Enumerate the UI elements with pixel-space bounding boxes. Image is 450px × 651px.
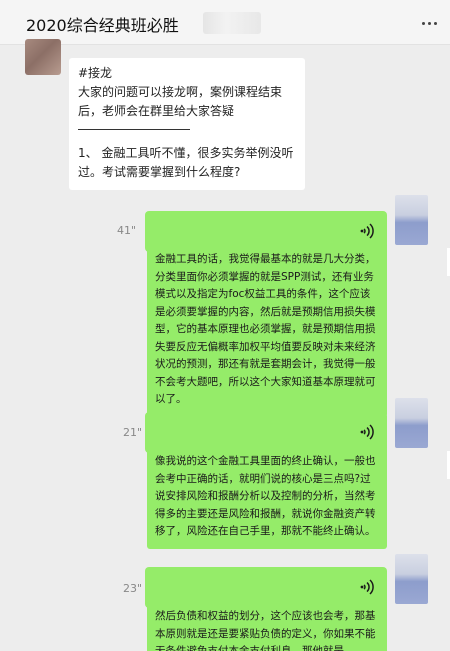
divider-line <box>78 129 190 130</box>
more-options-icon[interactable] <box>418 14 440 32</box>
own-avatar[interactable] <box>395 398 428 448</box>
voice-wave-icon <box>360 424 374 440</box>
incoming-message-bubble: #接龙 大家的问题可以接龙啊，案例课程结束后，老师会在群里给大家答疑 1、 金融… <box>69 58 305 190</box>
redacted-title-part <box>203 12 261 34</box>
voice-duration: 41" <box>117 224 137 237</box>
voice-duration: 21" <box>123 426 143 439</box>
chat-title: 2020综合经典班必胜 <box>26 16 179 35</box>
chat-header: 2020综合经典班必胜 <box>0 0 450 45</box>
own-avatar[interactable] <box>395 195 428 245</box>
own-avatar[interactable] <box>395 554 428 604</box>
message-line: 大家的问题可以接龙啊，案例课程结束后，老师会在群里给大家答疑 <box>78 85 283 118</box>
message-line: #接龙 <box>78 66 113 80</box>
voice-transcript: 像我说的这个金融工具里面的终止确认，一般也会考中正确的话，就明们说的核心是三点吗… <box>147 445 387 549</box>
voice-wave-icon <box>360 223 374 239</box>
voice-transcript: 金融工具的话，我觉得最基本的就是几大分类，分类里面你必须掌握的就是SPP测试，还… <box>147 243 387 417</box>
voice-duration: 23" <box>123 582 143 595</box>
sender-avatar[interactable] <box>25 39 61 75</box>
voice-wave-icon <box>360 579 374 595</box>
voice-transcript: 然后负债和权益的划分，这个应该也会考，那基本原则就是还是要紧贴负债的定义，你如果… <box>147 600 387 651</box>
message-line: 1、 金融工具听不懂，很多实务举例没听过。考试需要掌握到什么程度? <box>78 146 294 179</box>
